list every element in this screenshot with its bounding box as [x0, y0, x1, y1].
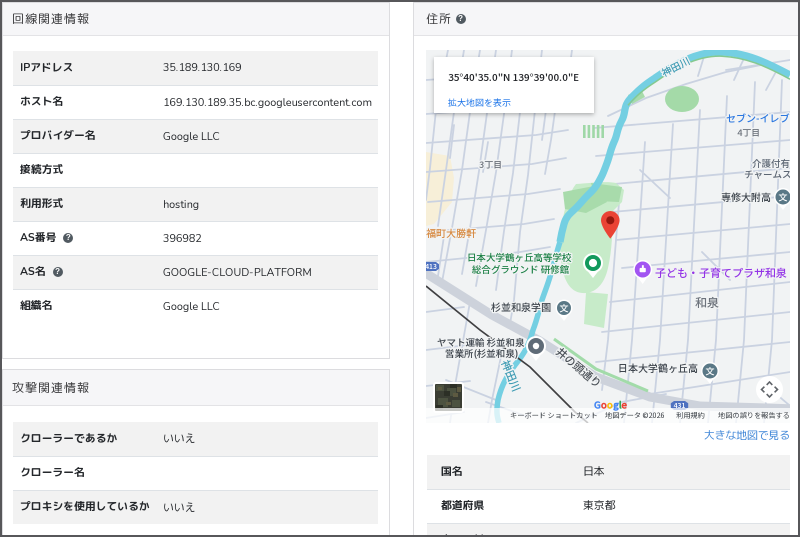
- svg-text:杉並和泉学園: 杉並和泉学園: [491, 299, 551, 314]
- svg-text:総合グラウンド 研修館: 総合グラウンド 研修館: [472, 262, 570, 276]
- svg-text:文: 文: [559, 302, 568, 315]
- svg-text:地図データ ©2026: 地図データ ©2026: [605, 411, 665, 421]
- svg-text:3丁目: 3丁目: [478, 158, 502, 171]
- svg-text:福町大勝軒: 福町大勝軒: [426, 225, 476, 240]
- svg-text:子ども・子育てプラザ和泉: 子ども・子育てプラザ和泉: [655, 265, 788, 281]
- svg-text:413: 413: [426, 262, 438, 272]
- svg-text:拡大地図を表示: 拡大地図を表示: [447, 96, 511, 109]
- svg-text:キーボード ショートカット: キーボード ショートカット: [510, 411, 598, 421]
- svg-text:チャームス: チャームス: [744, 167, 790, 181]
- svg-text:文: 文: [778, 191, 787, 204]
- svg-text:和泉: 和泉: [695, 294, 719, 311]
- svg-text:セブン-イレブン: セブン-イレブン: [726, 110, 790, 125]
- svg-text:専修大附高: 専修大附高: [721, 189, 771, 204]
- svg-text:地図の誤りを報告する: 地図の誤りを報告する: [718, 411, 790, 421]
- svg-text:35°40'35.0"N 139°39'00.0"E: 35°40'35.0"N 139°39'00.0"E: [448, 69, 579, 84]
- svg-text:Google: Google: [594, 398, 628, 412]
- svg-text:日本大学鶴ヶ丘高: 日本大学鶴ヶ丘高: [618, 360, 698, 375]
- svg-text:4丁目: 4丁目: [737, 126, 760, 139]
- svg-text:営業所(杉並和泉): 営業所(杉並和泉): [445, 346, 518, 360]
- svg-text:利用規約: 利用規約: [676, 411, 706, 421]
- svg-text:文: 文: [705, 365, 714, 378]
